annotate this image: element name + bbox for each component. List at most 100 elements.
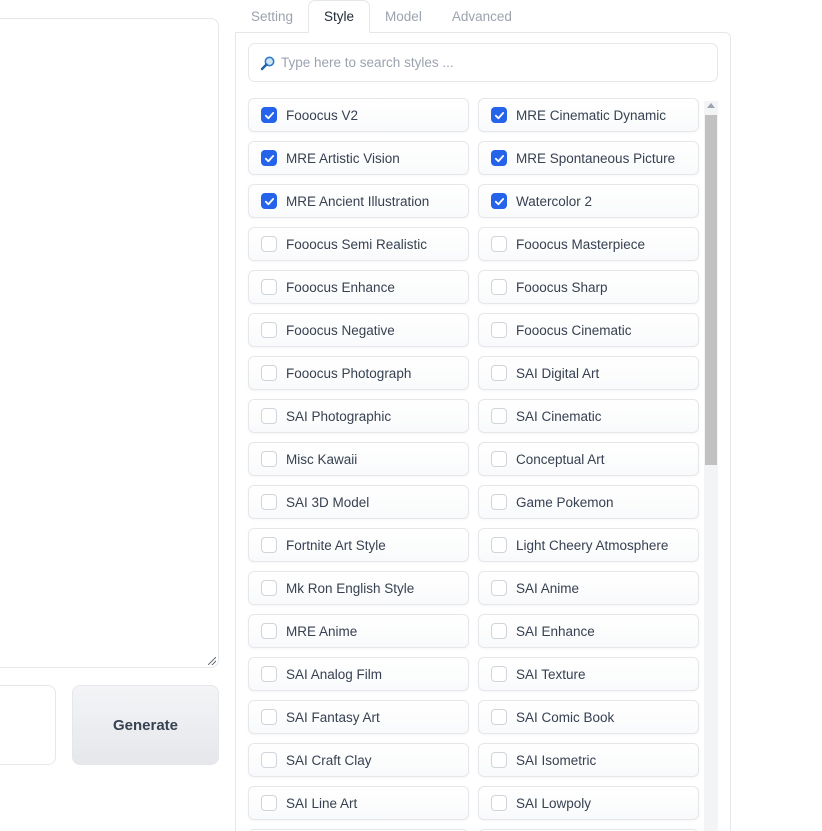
- style-option[interactable]: Game Pokemon: [478, 485, 699, 519]
- style-option[interactable]: SAI Enhance: [478, 614, 699, 648]
- checkbox-unchecked-icon[interactable]: [491, 494, 507, 510]
- checkbox-checked-icon[interactable]: [261, 150, 277, 166]
- style-panel: Fooocus V2 MRE Cinematic Dynamic MRE Artis…: [235, 32, 731, 831]
- style-option-label: Fooocus Masterpiece: [516, 236, 646, 252]
- style-option[interactable]: Fooocus V2: [248, 98, 469, 132]
- checkbox-unchecked-icon[interactable]: [491, 709, 507, 725]
- style-option[interactable]: SAI Cinematic: [478, 399, 699, 433]
- style-search-box[interactable]: [248, 43, 718, 82]
- style-option[interactable]: SAI Photographic: [248, 399, 469, 433]
- tab-model[interactable]: Model: [370, 0, 437, 33]
- prompt-textarea[interactable]: [0, 18, 219, 668]
- style-option[interactable]: Fooocus Photograph: [248, 356, 469, 390]
- checkbox-checked-icon[interactable]: [491, 107, 507, 123]
- checkbox-unchecked-icon[interactable]: [491, 279, 507, 295]
- checkbox-unchecked-icon[interactable]: [261, 322, 277, 338]
- style-option-label: Fooocus V2: [286, 107, 359, 123]
- style-option[interactable]: Mk Ron English Style: [248, 571, 469, 605]
- checkbox-unchecked-icon[interactable]: [261, 236, 277, 252]
- style-option-label: Light Cheery Atmosphere: [516, 537, 669, 553]
- style-option[interactable]: MRE Cinematic Dynamic: [478, 98, 699, 132]
- style-option[interactable]: SAI Lowpoly: [478, 786, 699, 820]
- checkbox-unchecked-icon[interactable]: [261, 709, 277, 725]
- checkbox-unchecked-icon[interactable]: [261, 494, 277, 510]
- style-option[interactable]: MRE Artistic Vision: [248, 141, 469, 175]
- style-option[interactable]: SAI Craft Clay: [248, 743, 469, 777]
- checkbox-unchecked-icon[interactable]: [261, 537, 277, 553]
- checkbox-unchecked-icon[interactable]: [491, 666, 507, 682]
- style-option[interactable]: SAI Digital Art: [478, 356, 699, 390]
- style-option[interactable]: SAI Anime: [478, 571, 699, 605]
- style-option-label: SAI Cinematic: [516, 408, 602, 424]
- style-option[interactable]: MRE Anime: [248, 614, 469, 648]
- checkbox-unchecked-icon[interactable]: [491, 322, 507, 338]
- checkbox-unchecked-icon[interactable]: [491, 580, 507, 596]
- checkbox-unchecked-icon[interactable]: [261, 365, 277, 381]
- style-option-label: Mk Ron English Style: [286, 580, 415, 596]
- tab-setting[interactable]: Setting: [236, 0, 308, 33]
- style-option-label: SAI Fantasy Art: [286, 709, 380, 725]
- checkbox-unchecked-icon[interactable]: [261, 408, 277, 424]
- style-search-input[interactable]: [281, 55, 701, 70]
- style-option-label: Fooocus Semi Realistic: [286, 236, 428, 252]
- style-option[interactable]: MRE Ancient Illustration: [248, 184, 469, 218]
- checkbox-checked-icon[interactable]: [491, 150, 507, 166]
- style-option[interactable]: Fooocus Cinematic: [478, 313, 699, 347]
- resize-handle-icon[interactable]: [208, 657, 216, 665]
- style-option[interactable]: Fooocus Enhance: [248, 270, 469, 304]
- magnifier-icon: [260, 55, 276, 71]
- checkbox-checked-icon[interactable]: [491, 193, 507, 209]
- style-option[interactable]: SAI Texture: [478, 657, 699, 691]
- style-option-label: SAI Digital Art: [516, 365, 600, 381]
- checkbox-unchecked-icon[interactable]: [491, 752, 507, 768]
- scroll-up-arrow-icon[interactable]: [707, 103, 715, 108]
- style-option[interactable]: SAI Analog Film: [248, 657, 469, 691]
- scroll-thumb[interactable]: [705, 115, 717, 465]
- style-option[interactable]: SAI Comic Book: [478, 700, 699, 734]
- style-option-label: Fooocus Cinematic: [516, 322, 632, 338]
- style-option-label: SAI Analog Film: [286, 666, 383, 682]
- stop-skip-area[interactable]: [0, 685, 56, 765]
- checkbox-unchecked-icon[interactable]: [261, 451, 277, 467]
- checkbox-unchecked-icon[interactable]: [491, 451, 507, 467]
- style-option[interactable]: MRE Spontaneous Picture: [478, 141, 699, 175]
- checkbox-unchecked-icon[interactable]: [261, 580, 277, 596]
- style-option[interactable]: Fooocus Masterpiece: [478, 227, 699, 261]
- style-option-label: SAI 3D Model: [286, 494, 370, 510]
- style-option[interactable]: SAI Isometric: [478, 743, 699, 777]
- style-option[interactable]: Conceptual Art: [478, 442, 699, 476]
- tab-advanced[interactable]: Advanced: [437, 0, 527, 33]
- style-option[interactable]: SAI Fantasy Art: [248, 700, 469, 734]
- generate-button[interactable]: Generate: [72, 685, 219, 765]
- checkbox-unchecked-icon[interactable]: [491, 623, 507, 639]
- tab-style[interactable]: Style: [308, 0, 371, 33]
- style-option-label: Conceptual Art: [516, 451, 605, 467]
- checkbox-checked-icon[interactable]: [261, 107, 277, 123]
- style-option[interactable]: SAI 3D Model: [248, 485, 469, 519]
- checkbox-unchecked-icon[interactable]: [491, 408, 507, 424]
- checkbox-unchecked-icon[interactable]: [491, 365, 507, 381]
- style-option-label: SAI Texture: [516, 666, 586, 682]
- checkbox-unchecked-icon[interactable]: [491, 537, 507, 553]
- checkbox-unchecked-icon[interactable]: [261, 752, 277, 768]
- style-option[interactable]: Fortnite Art Style: [248, 528, 469, 562]
- checkbox-unchecked-icon[interactable]: [491, 236, 507, 252]
- style-option[interactable]: Misc Kawaii: [248, 442, 469, 476]
- checkbox-unchecked-icon[interactable]: [261, 279, 277, 295]
- style-list-scrollbar[interactable]: [704, 101, 718, 831]
- style-option[interactable]: Fooocus Semi Realistic: [248, 227, 469, 261]
- checkbox-unchecked-icon[interactable]: [491, 795, 507, 811]
- style-option[interactable]: Light Cheery Atmosphere: [478, 528, 699, 562]
- style-option-label: SAI Line Art: [286, 795, 358, 811]
- checkbox-unchecked-icon[interactable]: [261, 623, 277, 639]
- style-option-label: Fortnite Art Style: [286, 537, 386, 553]
- style-option[interactable]: Fooocus Negative: [248, 313, 469, 347]
- checkbox-unchecked-icon[interactable]: [261, 795, 277, 811]
- style-option[interactable]: Watercolor 2: [478, 184, 699, 218]
- checkbox-unchecked-icon[interactable]: [261, 666, 277, 682]
- checkbox-checked-icon[interactable]: [261, 193, 277, 209]
- style-option[interactable]: SAI Line Art: [248, 786, 469, 820]
- style-option[interactable]: Fooocus Sharp: [478, 270, 699, 304]
- style-option-label: MRE Anime: [286, 623, 358, 639]
- style-option-label: SAI Anime: [516, 580, 580, 596]
